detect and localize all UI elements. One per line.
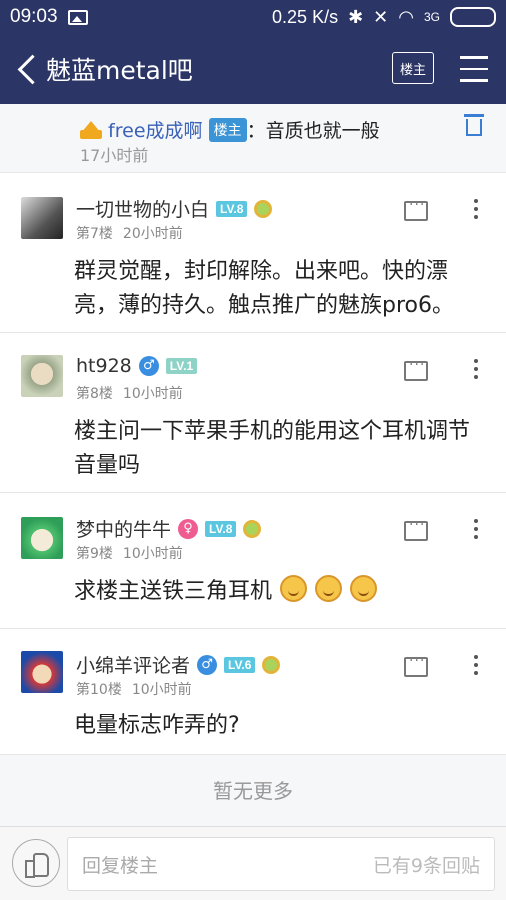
level-badge: LV.8 [205, 520, 237, 537]
male-icon: ♂ [138, 356, 159, 376]
post-content: 求楼主送铁三角耳机 [74, 579, 273, 604]
floor-number: 第9楼 [76, 546, 113, 562]
reply-colon: ： [246, 120, 266, 142]
username[interactable]: 小绵羊评论者 [76, 651, 190, 678]
medal-icon [243, 519, 262, 538]
comment-icon[interactable] [404, 517, 428, 541]
post-content: 楼主问一下苹果手机的能用这个耳机调节音量吗 [74, 419, 471, 478]
avatar[interactable] [21, 355, 63, 397]
avatar[interactable] [21, 651, 63, 693]
reply-input[interactable]: 回复楼主 已有9条回贴 [67, 837, 495, 891]
menu-icon[interactable] [460, 56, 488, 82]
comment-icon[interactable] [404, 357, 428, 381]
level-badge: LV.1 [165, 358, 198, 374]
no-more-label: 暂无更多 [0, 754, 506, 824]
post-time: 10小时前 [122, 546, 183, 562]
more-options-icon[interactable] [474, 359, 478, 379]
signal-icon: 3G [423, 10, 440, 24]
bluetooth-icon: ✱ [348, 6, 364, 27]
thumbs-up-icon [25, 851, 49, 878]
reply-count: 已有9条回贴 [372, 854, 480, 877]
male-icon: ♂ [197, 654, 218, 675]
reply-time: 17小时前 [80, 146, 149, 165]
comment-icon[interactable] [404, 197, 428, 221]
avatar[interactable] [21, 517, 63, 559]
smile-emoji-icon [315, 575, 343, 602]
mute-icon: ✕ [373, 6, 389, 27]
floor-number: 第8楼 [76, 386, 113, 402]
trash-icon[interactable] [464, 114, 484, 138]
post-floor-10: 小绵羊评论者 ♂ LV.6 第10楼 10小时前 电量标志咋弄的? [0, 628, 506, 754]
level-badge: LV.6 [224, 656, 256, 673]
network-speed: 0.25 K/s [272, 6, 339, 27]
post-floor-8: ht928 ♂ LV.1 第8楼 10小时前 楼主问一下苹果手机的能用这个耳机调节… [0, 332, 506, 492]
crown-icon [80, 121, 102, 139]
comment-icon[interactable] [404, 653, 428, 677]
clock: 09:03 [10, 6, 58, 27]
floor-number: 第7楼 [76, 226, 113, 242]
post-time: 20小时前 [122, 226, 183, 242]
nav-bar: 魅蓝metal吧 楼主 [0, 34, 506, 104]
female-icon: ♀ [178, 518, 199, 539]
level-badge: LV.8 [216, 200, 248, 217]
like-button[interactable] [12, 839, 60, 887]
wifi-icon: ◠ [398, 6, 414, 27]
status-bar: 09:03 0.25 K/s ✱ ✕ ◠ 3G [0, 0, 506, 34]
post-content-wrap: 求楼主送铁三角耳机 [74, 575, 488, 609]
smile-emoji-icon [280, 575, 308, 602]
reply-username[interactable]: free成成啊 [108, 120, 202, 142]
more-options-icon[interactable] [474, 655, 478, 675]
sub-reply: free成成啊 楼主 ：音质也就一般 17小时前 [0, 104, 506, 170]
post-floor-7: 一切世物的小白 LV.8 第7楼 20小时前 群灵觉醒，封印解除。出来吧。快的漂亮… [0, 172, 506, 332]
medal-icon [262, 655, 281, 674]
only-owner-button[interactable]: 楼主 [392, 52, 434, 84]
reply-text: 音质也就一般 [265, 120, 380, 142]
owner-tag: 楼主 [208, 118, 247, 142]
floor-number: 第10楼 [76, 682, 122, 698]
page-title: 魅蓝metal吧 [46, 56, 193, 85]
username[interactable]: 一切世物的小白 [76, 195, 209, 222]
more-options-icon[interactable] [474, 199, 478, 219]
avatar[interactable] [21, 197, 63, 239]
username[interactable]: 梦中的牛牛 [76, 515, 171, 542]
reply-placeholder: 回复楼主 [82, 854, 159, 877]
smile-emoji-icon [350, 575, 378, 602]
post-content: 电量标志咋弄的? [74, 713, 240, 738]
post-time: 10小时前 [122, 386, 183, 402]
username[interactable]: ht928 [76, 355, 132, 377]
image-notification-icon [67, 9, 88, 25]
reply-bar: 回复楼主 已有9条回贴 [0, 826, 506, 900]
back-arrow-icon[interactable] [0, 34, 46, 104]
medal-icon [254, 199, 273, 218]
post-floor-9: 梦中的牛牛 ♀ LV.8 第9楼 10小时前 求楼主送铁三角耳机 [0, 492, 506, 628]
post-content: 群灵觉醒，封印解除。出来吧。快的漂亮，薄的持久。触点推广的魅族pro6。 [74, 259, 454, 318]
more-options-icon[interactable] [474, 519, 478, 539]
post-time: 10小时前 [131, 682, 192, 698]
battery-icon [450, 7, 496, 27]
